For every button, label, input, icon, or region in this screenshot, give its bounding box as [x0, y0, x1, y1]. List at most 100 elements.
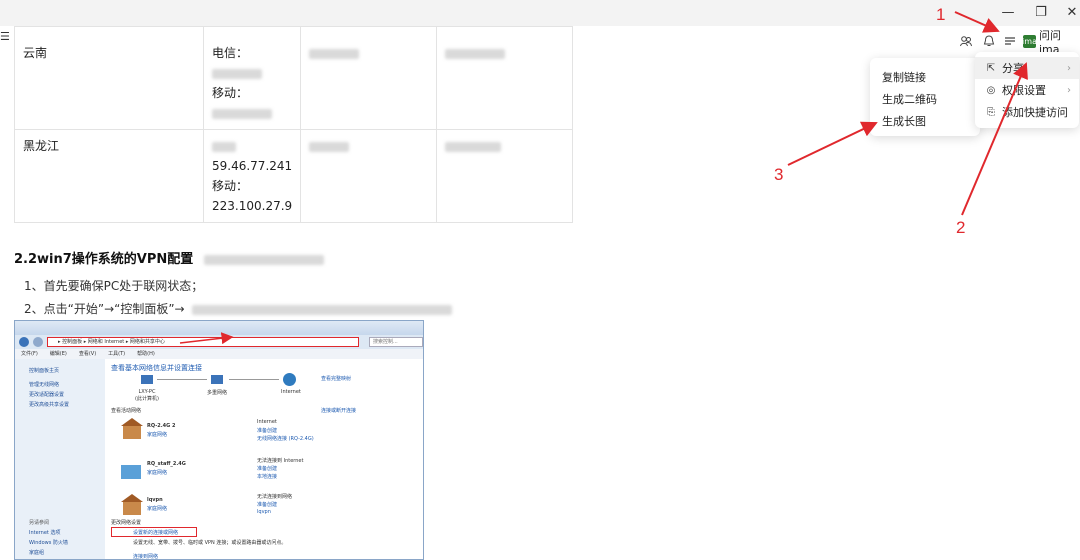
shot-main-title: 查看基本网络信息并设置连接 — [111, 364, 202, 372]
shot-next-link: 连接到网络 — [133, 554, 159, 560]
mobile-label: 移动： — [212, 179, 249, 193]
restore-icon[interactable]: ❐ — [1027, 2, 1055, 22]
network-connection: 无线网络连接 (RQ-2.4G) — [257, 436, 314, 442]
generate-qrcode-item[interactable]: 生成二维码 — [882, 91, 937, 107]
collaborators-icon[interactable] — [956, 31, 976, 51]
chevron-right-icon: › — [1067, 84, 1071, 96]
chevron-right-icon: › — [1067, 62, 1071, 74]
shot-sidebar-link: 家庭组 — [29, 550, 45, 556]
shot-menu-item: 查看(V) — [78, 351, 97, 357]
minimize-icon[interactable]: — — [994, 2, 1022, 22]
user-chip[interactable]: ima 问问ima — [1022, 29, 1080, 56]
shot-sidebar-label: 另请参阅 — [29, 520, 50, 526]
network-connection: 本地连接 — [257, 474, 278, 480]
home-network-icon — [121, 418, 143, 439]
table-cell-redacted — [436, 129, 574, 223]
share-icon: ⇱ — [986, 62, 996, 74]
outline-icon[interactable]: ☰ — [0, 30, 14, 46]
network-access: Internet — [257, 419, 277, 425]
shot-address-bar: ▸ 控制面板 ▸ 网络和 Internet ▸ 网络和共享中心 — [47, 337, 359, 347]
redacted-text — [192, 304, 453, 315]
avatar: ima — [1022, 34, 1037, 48]
shot-menubar: 文件(F) 编辑(E) 查看(V) 工具(T) 帮助(H) — [15, 349, 423, 359]
notification-icon[interactable] — [979, 31, 999, 51]
section-heading: 2.2win7操作系统的VPN配置 — [14, 248, 324, 267]
shot-setup-desc: 设置无线、宽带、拨号、临时或 VPN 连接；或设置路由器或访问点。 — [133, 540, 287, 546]
generate-long-image-item[interactable]: 生成长图 — [882, 113, 926, 129]
forward-icon — [33, 337, 43, 347]
table-cell-redacted — [300, 26, 438, 130]
network-access: 无法连接到网络 — [257, 494, 293, 500]
shot-menu-item: 编辑(E) — [49, 351, 67, 357]
shot-menu-item: 文件(F) — [21, 351, 38, 357]
redacted-text — [309, 141, 350, 152]
network-name: RQ_staff_2.4G — [147, 461, 186, 467]
shot-sidebar-link: Windows 防火墙 — [29, 540, 68, 546]
shot-sidebar-link: Internet 选项 — [29, 530, 61, 536]
step-1: 1、首先要确保PC处于联网状态； — [24, 279, 204, 293]
network-group: 准备创建 — [257, 428, 278, 434]
mobile-label: 移动： — [212, 86, 249, 100]
redacted-text — [203, 254, 324, 265]
shot-connect-link: 连接或断开连接 — [321, 408, 357, 414]
redacted-text — [445, 141, 502, 152]
network-icon — [121, 465, 141, 479]
share-menu-item[interactable]: ⇱ 分享 › — [975, 57, 1079, 79]
table-cell-redacted — [300, 129, 438, 223]
redacted-text — [212, 141, 236, 152]
step-2-text: 2、点击“开始”→“控制面板”→ — [24, 302, 185, 316]
table-row: 黑龙江 59.46.77.241 移动： 223.100.27.9 — [14, 129, 574, 223]
step-2: 2、点击“开始”→“控制面板”→ — [24, 300, 453, 317]
table-cell-region: 云南 — [14, 26, 204, 130]
computer-icon — [141, 375, 153, 384]
share-label: 分享 — [1002, 62, 1024, 75]
region-table: 云南 电信： 移动： 黑龙江 59.46.77.241 移动： 223.100.… — [14, 26, 574, 223]
table-cell-ip: 59.46.77.241 移动： 223.100.27.9 — [202, 129, 302, 223]
network-access: 无法连接到 Internet — [257, 458, 304, 464]
window-titlebar: — ❐ ✕ — [0, 0, 1080, 26]
shot-sidebar-link: 更改高级共享设置 — [29, 402, 70, 408]
shot-menu-item: 工具(T) — [108, 351, 126, 357]
region-name: 黑龙江 — [23, 139, 60, 153]
shot-titlebar — [15, 321, 423, 335]
table-row: 云南 电信： 移动： — [14, 26, 574, 130]
home-network-icon — [121, 494, 143, 515]
network-type: 家庭网络 — [147, 470, 168, 476]
bookmark-icon: ⎘ — [987, 106, 995, 118]
annotation-number-3: 3 — [774, 165, 784, 184]
map-line — [157, 379, 207, 380]
redacted-text — [309, 48, 360, 59]
redacted-text — [212, 68, 262, 79]
globe-icon — [283, 373, 296, 386]
back-icon — [19, 337, 29, 347]
more-dropdown: ⇱ 分享 › ◎ 权限设置 › ⎘ 添加快捷访问 — [975, 52, 1079, 128]
permission-menu-item[interactable]: ◎ 权限设置 › — [975, 79, 1079, 101]
shot-section-label: 查看活动网络 — [111, 408, 142, 414]
shot-sidebar: 控制面板主页 管理无线网络 更改适配器设置 更改高级共享设置 另请参阅 Inte… — [15, 359, 105, 559]
table-cell-redacted — [436, 26, 574, 130]
shot-sidebar-link: 更改适配器设置 — [29, 392, 65, 398]
ip-value: 223.100.27.9 — [212, 199, 293, 213]
network-name: RQ-2.4G 2 — [147, 423, 176, 429]
embedded-screenshot: ▸ 控制面板 ▸ 网络和 Internet ▸ 网络和共享中心 搜索控制... … — [14, 320, 424, 560]
shot-setup-link: 设置新的连接或网络 — [133, 530, 179, 536]
table-cell-ip: 电信： 移动： — [202, 26, 302, 130]
shot-sidebar-link: 控制面板主页 — [29, 368, 60, 374]
close-icon[interactable]: ✕ — [1058, 2, 1080, 22]
network-type: 家庭网络 — [147, 432, 168, 438]
annotation-arrow-3 — [787, 121, 878, 166]
shot-address-row: ▸ 控制面板 ▸ 网络和 Internet ▸ 网络和共享中心 搜索控制... — [15, 335, 423, 349]
network-connection: lqvpn — [257, 509, 271, 515]
telecom-label: 电信： — [212, 46, 249, 60]
shot-section-label: 更改网络设置 — [111, 520, 142, 526]
section-heading-text: 2.2win7操作系统的VPN配置 — [14, 252, 194, 267]
shot-sidebar-link: 管理无线网络 — [29, 382, 60, 388]
more-menu-icon[interactable] — [1000, 31, 1020, 51]
add-shortcut-menu-item[interactable]: ⎘ 添加快捷访问 — [975, 101, 1079, 123]
network-icon — [211, 375, 223, 384]
shot-menu-item: 帮助(H) — [137, 351, 155, 357]
add-shortcut-label: 添加快捷访问 — [1002, 106, 1068, 119]
map-line — [229, 379, 279, 380]
network-group: 准备创建 — [257, 466, 278, 472]
copy-link-item[interactable]: 复制链接 — [882, 69, 926, 85]
